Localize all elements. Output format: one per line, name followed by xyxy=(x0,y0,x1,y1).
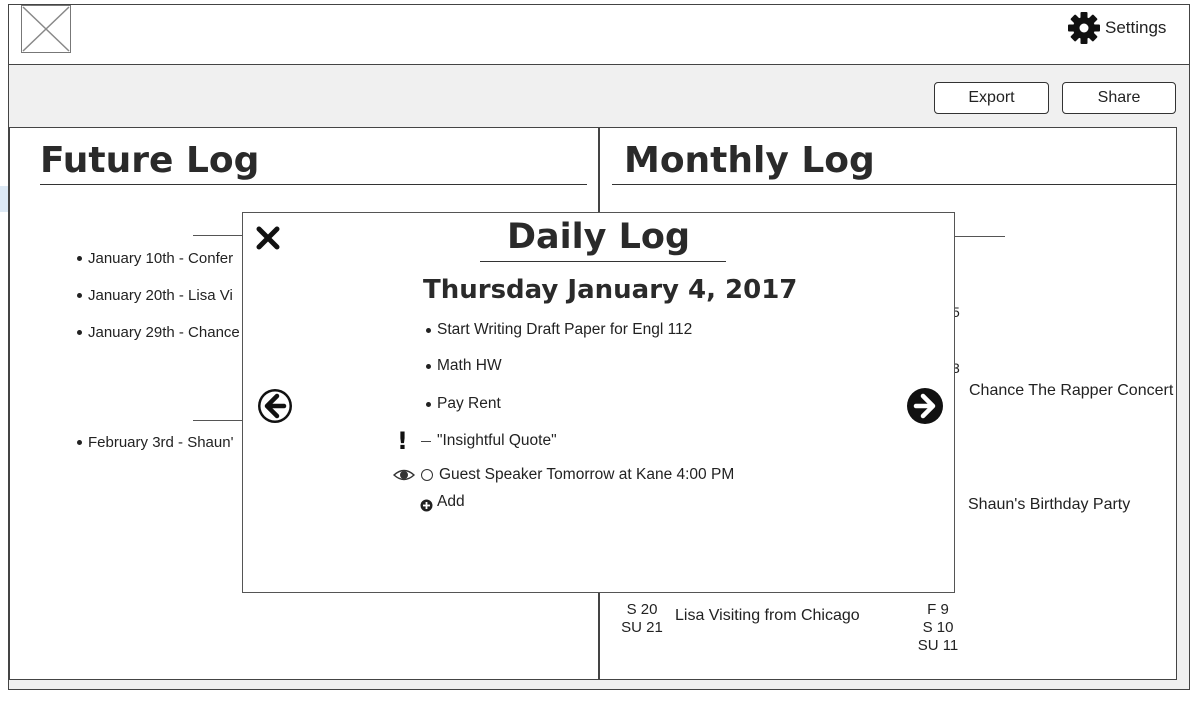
bullet-icon xyxy=(426,401,431,407)
bullet-icon xyxy=(426,363,431,369)
calendar-day: F 9 xyxy=(927,601,949,618)
daily-entry-event[interactable]: Guest Speaker Tomorrow at Kane 4:00 PM xyxy=(421,466,734,484)
gear-icon xyxy=(1067,11,1101,45)
entry-text: Pay Rent xyxy=(437,395,501,412)
list-item-text: January 10th - Confer xyxy=(88,250,234,267)
list-item: January 29th - Chance xyxy=(77,324,240,341)
month-divider xyxy=(954,236,1005,237)
calendar-event: Chance The Rapper Concert xyxy=(969,382,1174,399)
calendar-day: SU 11 xyxy=(917,637,959,654)
plus-circle-icon xyxy=(420,499,433,512)
calendar-day: SU 21 xyxy=(621,619,663,636)
share-button[interactable]: Share xyxy=(1062,82,1176,114)
settings-label: Settings xyxy=(1105,18,1167,37)
window-edge xyxy=(0,186,8,212)
settings-button[interactable]: Settings xyxy=(1067,11,1166,45)
list-item: February 3rd - Shaun' xyxy=(77,434,233,451)
eye-icon xyxy=(393,468,415,482)
monthly-log-title: Monthly Log xyxy=(624,140,875,181)
daily-entry-note[interactable]: "Insightful Quote" xyxy=(421,432,557,450)
daily-log-title-rule xyxy=(480,261,726,262)
add-label: Add xyxy=(437,492,465,510)
entry-text: Guest Speaker Tomorrow at Kane 4:00 PM xyxy=(439,466,735,483)
add-entry-button[interactable]: Add xyxy=(420,491,465,512)
future-log-title: Future Log xyxy=(40,140,260,181)
event-circle-icon xyxy=(421,469,433,481)
logo-placeholder-icon xyxy=(21,5,71,53)
calendar-event: Lisa Visiting from Chicago xyxy=(675,607,860,624)
bullet-icon xyxy=(426,327,431,333)
calendar-day: S 10 xyxy=(922,619,954,636)
daily-log-title: Daily Log xyxy=(506,217,691,257)
bullet-icon xyxy=(77,440,82,445)
daily-entry-task[interactable]: Start Writing Draft Paper for Engl 112 xyxy=(426,321,692,339)
list-item-text: January 29th - Chance xyxy=(88,324,240,341)
entry-text: "Insightful Quote" xyxy=(437,432,557,449)
bullet-icon xyxy=(77,256,82,261)
top-bar xyxy=(9,5,1189,65)
bullet-icon xyxy=(77,330,82,335)
daily-log-date: Thursday January 4, 2017 xyxy=(423,275,798,305)
list-item-text: January 20th - Lisa Vi xyxy=(88,287,233,304)
list-item-text: February 3rd - Shaun' xyxy=(88,434,234,451)
arrow-right-circle-icon[interactable] xyxy=(906,387,944,425)
calendar-day: S 20 xyxy=(626,601,658,618)
bullet-icon xyxy=(77,293,82,298)
calendar-event: Shaun's Birthday Party xyxy=(968,496,1131,513)
export-button[interactable]: Export xyxy=(934,82,1049,114)
daily-entry-task[interactable]: Math HW xyxy=(426,357,502,375)
entry-text: Start Writing Draft Paper for Engl 112 xyxy=(437,321,693,338)
entry-text: Math HW xyxy=(437,357,502,374)
daily-log-modal: Daily Log Thursday January 4, 2017 Start… xyxy=(242,212,955,593)
list-item: January 20th - Lisa Vi xyxy=(77,287,233,304)
daily-entry-task[interactable]: Pay Rent xyxy=(426,395,501,413)
priority-signifier: ! xyxy=(397,427,408,455)
future-log-title-rule xyxy=(40,184,587,185)
monthly-log-title-rule xyxy=(612,184,1176,185)
arrow-left-circle-icon[interactable] xyxy=(256,387,294,425)
list-item: January 10th - Confer xyxy=(77,250,233,267)
note-dash-icon xyxy=(421,440,431,442)
